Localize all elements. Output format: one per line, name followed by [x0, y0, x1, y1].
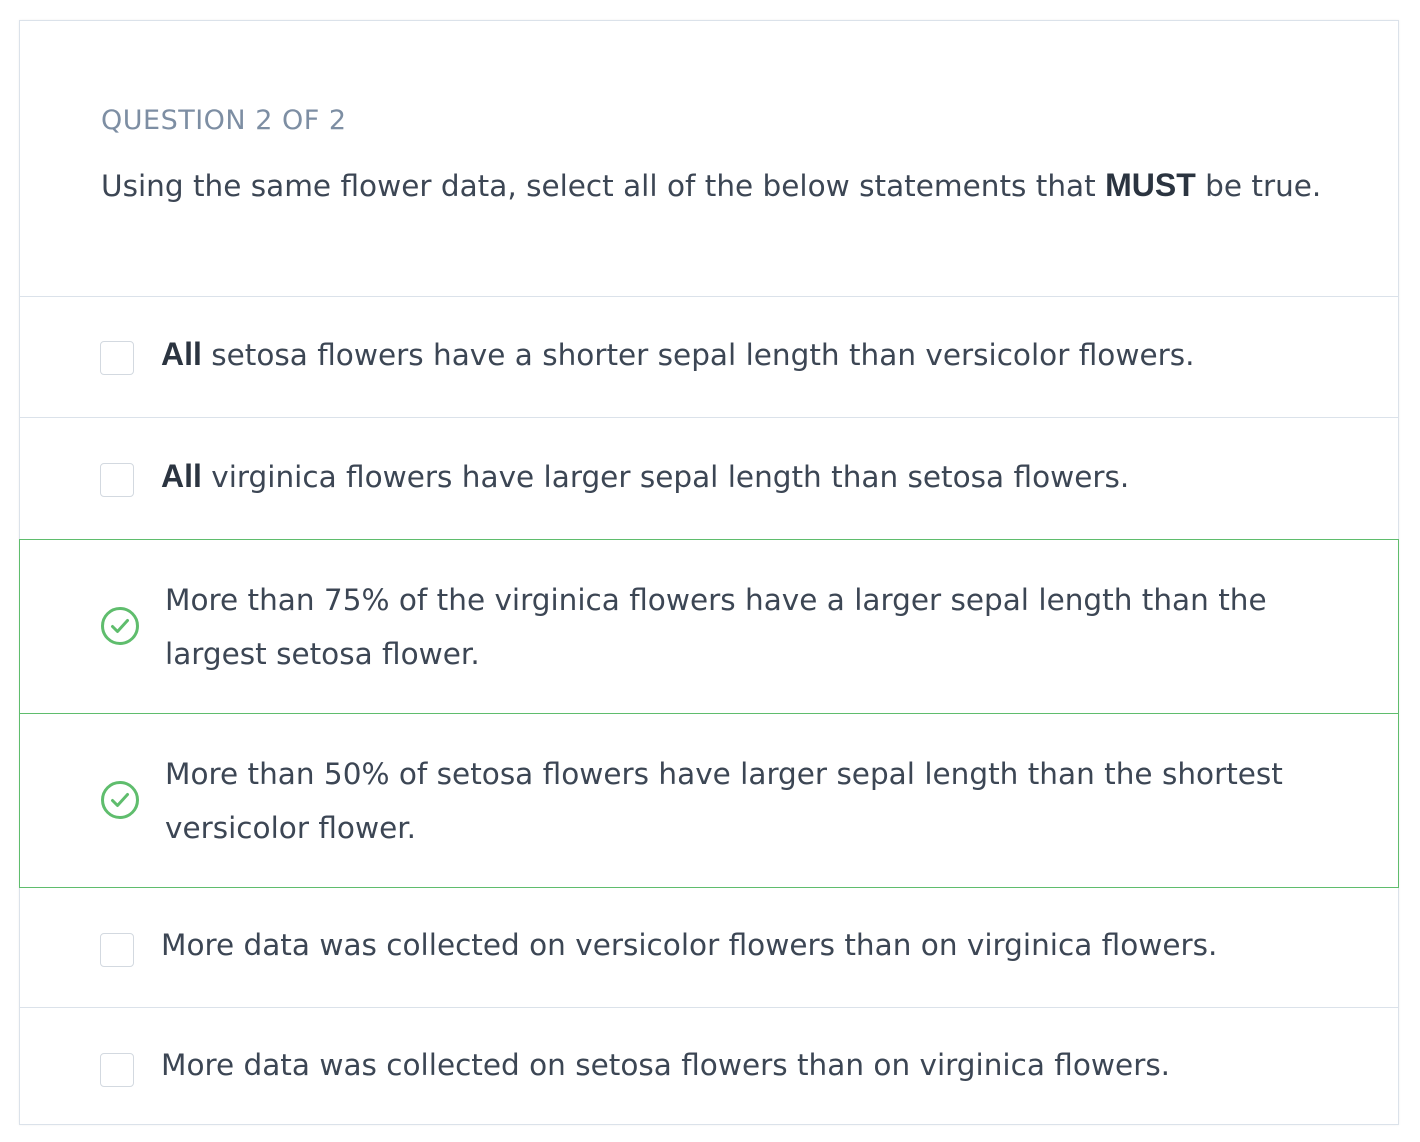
checkbox-icon[interactable]: [100, 1053, 134, 1087]
quiz-card: QUESTION 2 OF 2 Using the same flower da…: [19, 20, 1399, 1125]
answer-text: More data was collected on versicolor fl…: [161, 928, 1218, 962]
answer-text: More than 75% of the virginica flowers h…: [165, 583, 1267, 671]
answer-text: setosa flowers have a shorter sepal leng…: [201, 338, 1195, 372]
question-text-emphasis: MUST: [1105, 167, 1196, 203]
question-text-start: Using the same flower data, select all o…: [101, 169, 1106, 203]
check-circle-icon: [101, 781, 139, 819]
checkbox-icon[interactable]: [100, 933, 134, 967]
answer-option-5[interactable]: More data was collected on versicolor fl…: [20, 888, 1398, 1008]
answer-emphasis: All: [161, 336, 202, 372]
answer-option-1[interactable]: All setosa flowers have a shorter sepal …: [20, 296, 1398, 418]
answer-option-label: All setosa flowers have a shorter sepal …: [161, 336, 1195, 373]
answer-option-6[interactable]: More data was collected on setosa flower…: [20, 1008, 1398, 1124]
answer-text: virginica flowers have larger sepal leng…: [201, 460, 1130, 494]
answer-option-4[interactable]: More than 50% of setosa flowers have lar…: [19, 713, 1399, 888]
question-text-end: be true.: [1195, 169, 1322, 203]
checkbox-icon[interactable]: [100, 341, 134, 375]
check-circle-icon: [101, 607, 139, 645]
answer-text: More data was collected on setosa flower…: [161, 1048, 1171, 1082]
question-number: QUESTION 2 OF 2: [101, 105, 347, 136]
question-text: Using the same flower data, select all o…: [101, 167, 1321, 204]
answer-text: More than 50% of setosa flowers have lar…: [165, 757, 1283, 845]
question-header: QUESTION 2 OF 2 Using the same flower da…: [20, 21, 1398, 297]
answer-option-2[interactable]: All virginica flowers have larger sepal …: [20, 418, 1398, 540]
answer-emphasis: All: [161, 458, 202, 494]
answer-option-3[interactable]: More than 75% of the virginica flowers h…: [19, 539, 1399, 714]
checkbox-icon[interactable]: [100, 463, 134, 497]
answer-option-label: All virginica flowers have larger sepal …: [161, 458, 1129, 495]
